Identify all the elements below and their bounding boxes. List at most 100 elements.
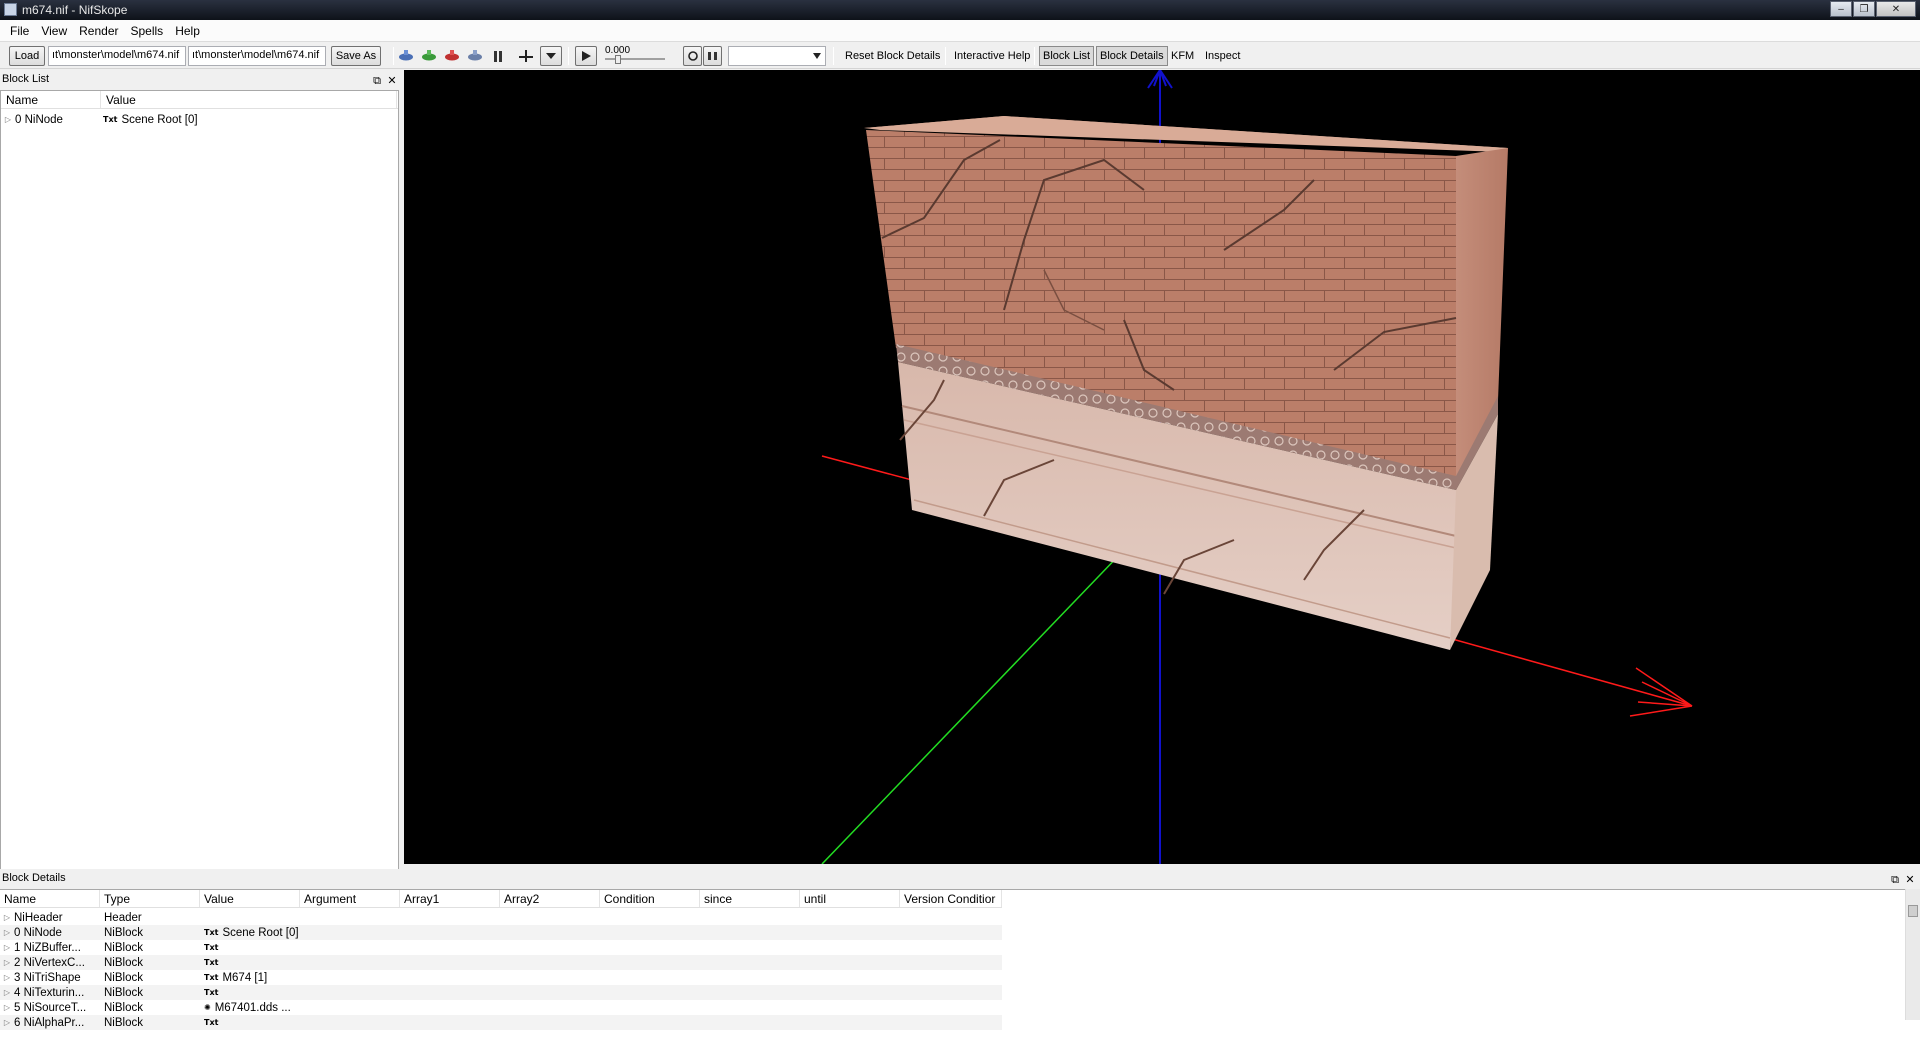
save-path-field[interactable]: ıt\monster\model\m674.nif — [188, 46, 326, 66]
table-row[interactable]: ▷ 0 NiNode NiBlock Txt Scene Root [0] — [0, 925, 1002, 940]
block-details-toggle[interactable]: Block Details — [1096, 46, 1168, 66]
table-row[interactable]: ▷ 4 NiTexturin... NiBlock Txt — [0, 985, 1002, 1000]
value-icon: Txt — [204, 943, 219, 952]
row-type: NiBlock — [104, 941, 143, 954]
interactive-help-button[interactable]: Interactive Help — [954, 46, 1030, 66]
block-list-header: Name Value — [1, 91, 398, 109]
loop-button[interactable] — [683, 46, 702, 66]
expand-arrow-icon[interactable]: ▷ — [0, 943, 14, 952]
col-until[interactable]: until — [800, 890, 900, 907]
table-row[interactable]: ▷ 2 NiVertexC... NiBlock Txt — [0, 955, 1002, 970]
float-panel-icon[interactable]: ⧉ — [1888, 871, 1902, 889]
row-value: M674 [1] — [222, 971, 268, 984]
close-panel-icon[interactable]: ✕ — [385, 72, 399, 90]
inspect-button[interactable]: Inspect — [1205, 46, 1240, 66]
row-type: NiBlock — [104, 926, 143, 939]
tree-row[interactable]: ▷ 0 NiNode Txt Scene Root [0] — [1, 112, 398, 127]
table-row[interactable]: ▷ 5 NiSourceT... NiBlock ✺ M67401.dds ... — [0, 1000, 1002, 1015]
table-row[interactable]: ▷ NiHeader Header — [0, 910, 1002, 925]
txt-icon: Txt — [103, 115, 118, 124]
chevron-down-icon — [813, 53, 821, 59]
col-name[interactable]: Name — [1, 91, 101, 108]
col-value[interactable]: Value — [101, 91, 397, 108]
row-value: M67401.dds ... — [214, 1001, 291, 1014]
close-window-button[interactable]: ✕ — [1876, 1, 1916, 17]
table-row[interactable]: ▷ 1 NiZBuffer... NiBlock Txt — [0, 940, 1002, 955]
col-condition[interactable]: Condition — [600, 890, 700, 907]
row-type: NiBlock — [104, 1016, 143, 1029]
expand-arrow-icon[interactable]: ▷ — [0, 1018, 14, 1027]
minimize-button[interactable]: – — [1830, 1, 1852, 17]
col-array2[interactable]: Array2 — [500, 890, 600, 907]
time-slider-track[interactable] — [605, 58, 665, 60]
expand-arrow-icon[interactable]: ▷ — [0, 1003, 14, 1012]
close-panel-icon[interactable]: ✕ — [1903, 871, 1917, 889]
render-viewport[interactable] — [404, 70, 1920, 864]
maximize-button[interactable]: ❐ — [1853, 1, 1875, 17]
view-top-icon[interactable] — [398, 49, 414, 63]
play-button[interactable] — [575, 46, 597, 66]
value-icon: Txt — [204, 958, 219, 967]
block-details-title: Block Details ⧉ ✕ — [0, 869, 1920, 887]
window-title: m674.nif - NifSkope — [22, 3, 128, 17]
block-list-title-label: Block List — [2, 73, 50, 85]
kfm-button[interactable]: KFM — [1171, 46, 1194, 66]
axes-icon[interactable] — [518, 49, 534, 63]
time-slider-handle[interactable] — [615, 55, 621, 64]
scene-render — [821, 70, 1693, 864]
save-as-button[interactable]: Save As — [331, 46, 381, 66]
expand-arrow-icon[interactable]: ▷ — [0, 958, 14, 967]
menu-file[interactable]: File — [4, 24, 35, 38]
row-name: 2 NiVertexC... — [14, 956, 85, 969]
col-name[interactable]: Name — [0, 890, 100, 907]
expand-arrow-icon[interactable]: ▷ — [0, 973, 14, 982]
row-name: 3 NiTriShape — [14, 971, 81, 984]
expand-arrow-icon[interactable]: ▷ — [0, 913, 14, 922]
col-since[interactable]: since — [700, 890, 800, 907]
row-type: Header — [104, 911, 142, 924]
details-scrollbar[interactable] — [1905, 889, 1920, 1020]
view-user-icon[interactable] — [467, 49, 483, 63]
load-path-field[interactable]: ıt\monster\model\m674.nif — [48, 46, 186, 66]
row-name: NiHeader — [14, 911, 63, 924]
value-icon: Txt — [204, 988, 219, 997]
col-argument[interactable]: Argument — [300, 890, 400, 907]
row-type: NiBlock — [104, 971, 143, 984]
float-panel-icon[interactable]: ⧉ — [370, 72, 384, 90]
expand-arrow-icon[interactable]: ▷ — [0, 928, 14, 937]
table-row[interactable]: ▷ 6 NiAlphaPr... NiBlock Txt — [0, 1015, 1002, 1030]
menu-view[interactable]: View — [35, 24, 73, 38]
view-dropdown-button[interactable] — [540, 46, 562, 66]
value-icon: Txt — [204, 928, 219, 937]
app-icon — [4, 3, 17, 16]
menu-help[interactable]: Help — [169, 24, 206, 38]
animation-select[interactable] — [728, 46, 826, 66]
axis-x-line-right — [1419, 629, 1693, 707]
block-details-title-label: Block Details — [2, 872, 66, 884]
view-side-icon[interactable] — [444, 49, 460, 63]
col-array1[interactable]: Array1 — [400, 890, 500, 907]
row-type: NiBlock — [104, 986, 143, 999]
view-front-icon[interactable] — [421, 49, 437, 63]
row-name: 4 NiTexturin... — [14, 986, 85, 999]
value-icon: Txt — [204, 973, 219, 982]
expand-arrow-icon[interactable]: ▷ — [1, 115, 15, 124]
block-details-tree[interactable]: Name Type Value Argument Array1 Array2 C… — [0, 889, 1920, 1040]
load-button[interactable]: Load — [9, 46, 45, 66]
menu-render[interactable]: Render — [73, 24, 124, 38]
walk-mode-icon[interactable] — [490, 49, 506, 63]
expand-arrow-icon[interactable]: ▷ — [0, 988, 14, 997]
col-version-condition[interactable]: Version Conditior — [900, 890, 1002, 907]
switch-button[interactable] — [703, 46, 722, 66]
menu-spells[interactable]: Spells — [125, 24, 170, 38]
table-row[interactable]: ▷ 3 NiTriShape NiBlock Txt M674 [1] — [0, 970, 1002, 985]
col-value[interactable]: Value — [200, 890, 300, 907]
block-list-tree[interactable]: Name Value ▷ 0 NiNode Txt Scene Root [0] — [0, 90, 399, 933]
block-list-toggle[interactable]: Block List — [1039, 46, 1095, 66]
scrollbar-thumb[interactable] — [1908, 905, 1918, 917]
row-type: NiBlock — [104, 1001, 143, 1014]
reset-block-details-button[interactable]: Reset Block Details — [845, 46, 940, 66]
col-type[interactable]: Type — [100, 890, 200, 907]
row-value: Scene Root [0] — [121, 113, 198, 126]
switch-icon — [707, 52, 717, 60]
